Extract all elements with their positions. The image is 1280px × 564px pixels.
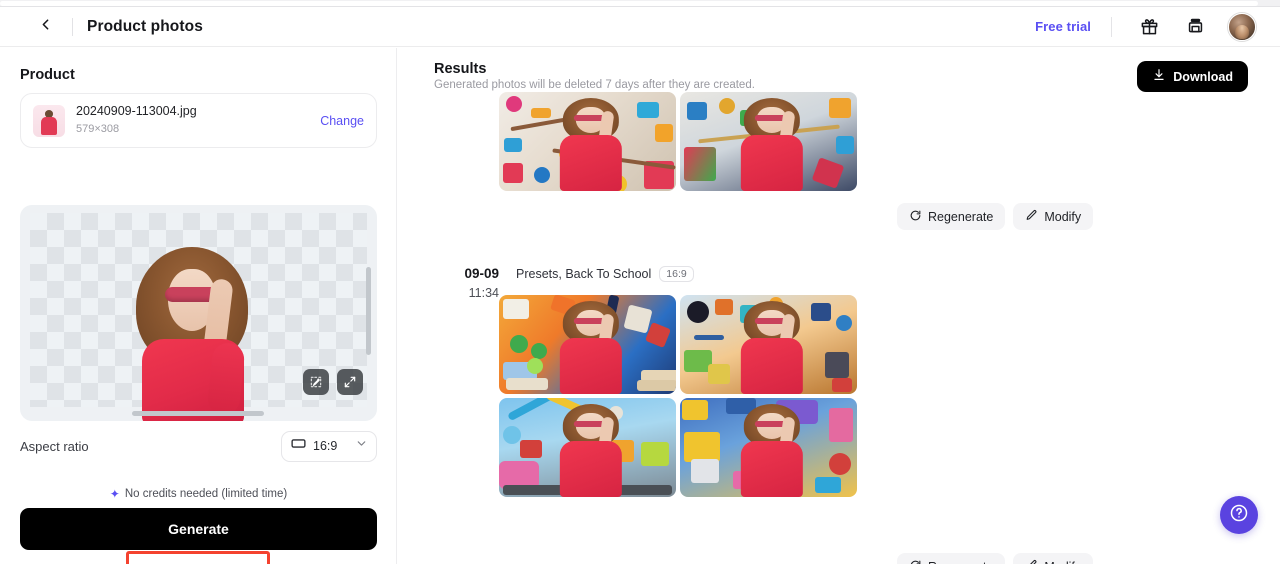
- page-horizontal-scrollbar-thumb[interactable]: [0, 1, 1258, 6]
- product-thumbnail: [33, 104, 65, 137]
- modify-button[interactable]: Modify: [1013, 553, 1094, 564]
- modify-label: Modify: [1044, 560, 1081, 564]
- regenerate-label: Regenerate: [928, 560, 993, 564]
- result-image[interactable]: [680, 398, 857, 497]
- product-preview[interactable]: [20, 205, 377, 421]
- free-trial-link[interactable]: Free trial: [1027, 14, 1099, 39]
- result-image[interactable]: [499, 398, 676, 497]
- aspect-ratio-label: Aspect ratio: [20, 438, 89, 454]
- expand-icon[interactable]: [337, 369, 363, 395]
- preview-toolbar: [303, 369, 363, 395]
- gift-icon[interactable]: [1134, 12, 1164, 42]
- status-badge: 16:9: [659, 266, 694, 282]
- back-button[interactable]: [28, 10, 62, 44]
- magic-eraser-icon[interactable]: [303, 369, 329, 395]
- result-image[interactable]: [680, 295, 857, 394]
- result-group-1: Regenerate Modify: [397, 48, 1280, 238]
- result-image[interactable]: [680, 92, 857, 191]
- product-cutout-image: [132, 247, 252, 421]
- result-group-date: 09-09: [464, 266, 499, 281]
- credits-note-text: No credits needed (limited time): [124, 488, 288, 500]
- results-panel: Results Generated photos will be deleted…: [397, 48, 1280, 564]
- regenerate-button[interactable]: Regenerate: [897, 553, 1006, 564]
- result-actions-1: Regenerate Modify: [897, 203, 1094, 230]
- result-image[interactable]: [499, 295, 676, 394]
- app-root: Product photos Free trial Product 202409…: [0, 0, 1280, 564]
- product-file-meta: 20240909-113004.jpg 579×308: [76, 104, 197, 136]
- generate-footer: ✦ No credits needed (limited time) Gener…: [0, 480, 396, 564]
- product-file-name: 20240909-113004.jpg: [76, 104, 197, 119]
- regenerate-label: Regenerate: [928, 209, 994, 224]
- refresh-icon: [909, 559, 922, 564]
- result-image[interactable]: [499, 92, 676, 191]
- chevron-down-icon: [355, 437, 368, 455]
- aspect-ratio-value: 16:9: [313, 439, 338, 453]
- result-image-grid-2: [499, 295, 857, 497]
- modify-button[interactable]: Modify: [1013, 203, 1094, 230]
- product-file-dimensions: 579×308: [76, 122, 120, 135]
- aspect-rectangle-icon: [290, 435, 307, 457]
- chevron-left-icon: [37, 16, 54, 38]
- pencil-icon: [1025, 559, 1038, 564]
- sparkle-icon: ✦: [109, 487, 120, 501]
- left-config-panel: Product 20240909-113004.jpg 579×308 Chan…: [0, 48, 397, 564]
- result-group-preset: Presets, Back To School: [516, 267, 652, 281]
- page-title: Product photos: [87, 17, 203, 35]
- result-group-time: 11:34: [468, 286, 499, 300]
- aspect-ratio-select[interactable]: 16:9: [281, 430, 377, 462]
- aspect-ratio-row: Aspect ratio 16:9: [20, 430, 377, 462]
- regenerate-button[interactable]: Regenerate: [897, 203, 1006, 230]
- preview-vertical-scrollbar[interactable]: [366, 267, 371, 355]
- app-header: Product photos Free trial: [0, 7, 1280, 47]
- change-file-link[interactable]: Change: [320, 114, 364, 128]
- result-image-grid-1: [499, 92, 857, 191]
- modify-label: Modify: [1044, 209, 1082, 224]
- header-divider: [72, 17, 73, 36]
- stack-icon[interactable]: [1180, 12, 1210, 42]
- header-actions: Free trial: [1027, 12, 1280, 42]
- credits-note: ✦ No credits needed (limited time): [0, 487, 396, 501]
- product-file-card[interactable]: 20240909-113004.jpg 579×308 Change: [20, 93, 377, 148]
- page-horizontal-scrollbar[interactable]: [0, 0, 1280, 7]
- question-mark-icon: [1229, 503, 1249, 528]
- pencil-icon: [1025, 209, 1038, 225]
- result-actions-2: Regenerate Modify: [897, 553, 1094, 564]
- result-group-meta: Presets, Back To School 16:9: [516, 266, 694, 282]
- generate-button[interactable]: Generate: [20, 508, 377, 550]
- help-button[interactable]: [1220, 496, 1258, 534]
- product-section-title: Product: [20, 67, 75, 83]
- header-separator: [1111, 16, 1112, 37]
- avatar[interactable]: [1228, 12, 1256, 41]
- result-group-2: 09-09 11:34 Presets, Back To School 16:9: [397, 262, 1280, 564]
- preview-horizontal-scrollbar[interactable]: [132, 411, 264, 416]
- refresh-icon: [909, 209, 922, 225]
